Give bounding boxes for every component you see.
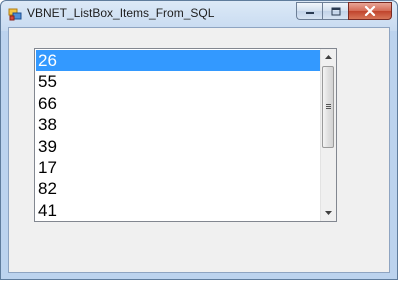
listbox-item[interactable]: 17 — [36, 157, 321, 178]
scroll-down-arrow-icon — [325, 211, 332, 215]
app-window: VBNET_ListBox_Items_From_SQL 26 55 66 38… — [0, 0, 398, 280]
listbox-items: 26 55 66 38 39 17 82 41 — [36, 50, 321, 221]
minimize-icon — [305, 12, 314, 14]
listbox-item[interactable]: 55 — [36, 71, 321, 92]
close-button[interactable] — [348, 2, 392, 20]
listbox-item[interactable]: 39 — [36, 136, 321, 157]
scroll-thumb-grip-icon — [325, 104, 331, 110]
scroll-up-arrow-icon — [325, 55, 332, 59]
listbox-item[interactable]: 82 — [36, 178, 321, 199]
listbox-item[interactable]: 38 — [36, 114, 321, 135]
caption-buttons — [296, 2, 392, 20]
app-window-icon[interactable] — [8, 7, 22, 21]
listbox-vertical-scrollbar[interactable] — [320, 49, 336, 221]
listbox-item[interactable]: 26 — [36, 50, 321, 72]
listbox-item[interactable]: 66 — [36, 93, 321, 114]
minimize-button[interactable] — [296, 2, 322, 20]
close-icon — [364, 6, 376, 16]
listbox-item[interactable]: 41 — [36, 200, 321, 221]
numbers-listbox[interactable]: 26 55 66 38 39 17 82 41 — [34, 48, 337, 222]
title-bar[interactable]: VBNET_ListBox_Items_From_SQL — [1, 1, 397, 27]
maximize-icon — [331, 7, 340, 15]
window-title: VBNET_ListBox_Items_From_SQL — [27, 6, 215, 20]
scroll-down-button[interactable] — [321, 205, 336, 221]
maximize-button[interactable] — [322, 2, 348, 20]
form-client-area: 26 55 66 38 39 17 82 41 — [8, 27, 390, 273]
scroll-thumb[interactable] — [322, 66, 334, 148]
scroll-up-button[interactable] — [321, 49, 336, 65]
